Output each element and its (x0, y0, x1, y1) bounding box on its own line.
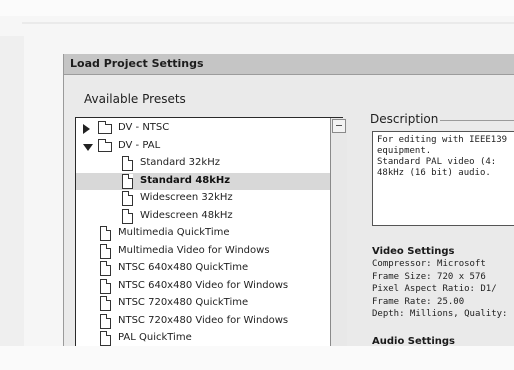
preset-file-icon (100, 243, 111, 259)
description-label: Description (370, 112, 443, 126)
preset-file-row[interactable]: NTSC 640x480 QuickTime (76, 260, 342, 277)
preset-label: NTSC 640x480 Video for Windows (118, 279, 289, 291)
preset-file-row[interactable]: Multimedia QuickTime (76, 225, 342, 242)
video-setting-line: Depth: Millions, Quality: (372, 309, 508, 319)
preset-file-icon (122, 208, 133, 224)
scroll-up-button[interactable] (332, 119, 346, 133)
disclosure-expanded-icon[interactable] (83, 143, 93, 151)
photo-frame-left (0, 36, 24, 370)
preset-label: DV - PAL (118, 139, 161, 151)
video-setting-line: Pixel Aspect Ratio: D1/ (372, 284, 497, 294)
description-line: Standard PAL video (4: (377, 157, 497, 167)
video-setting-line: Compressor: Microsoft (372, 259, 486, 269)
preset-label: NTSC 640x480 QuickTime (118, 262, 249, 273)
preset-label: Multimedia QuickTime (118, 227, 230, 238)
photo-frame-top (0, 0, 514, 16)
video-settings-heading: Video Settings (372, 246, 455, 257)
preset-label: DV - NTSC (118, 122, 170, 133)
load-project-settings-dialog: Load Project Settings Available Presets … (63, 54, 514, 346)
preset-file-row[interactable]: NTSC 720x480 Video for Windows (76, 313, 342, 330)
folder-icon (98, 138, 112, 152)
presets-scrollbar[interactable] (330, 118, 347, 346)
preset-folder-row[interactable]: DV - PAL (76, 138, 342, 155)
description-group-rule (440, 120, 514, 121)
preset-label: NTSC 720x480 Video for Windows (118, 314, 289, 326)
preset-file-row[interactable]: Widescreen 48kHz (76, 208, 342, 225)
available-presets-label: Available Presets (84, 92, 186, 106)
preset-file-icon (100, 331, 111, 346)
presets-list[interactable]: DV - NTSC DV - PAL Standard 32kHz Standard … (75, 117, 343, 346)
preset-file-row[interactable]: Multimedia Video for Windows (76, 243, 342, 260)
preset-label: Standard 32kHz (140, 157, 220, 168)
preset-label: Widescreen 32kHz (140, 192, 233, 203)
description-line: 48kHz (16 bit) audio. (377, 168, 491, 178)
dialog-title: Load Project Settings (70, 57, 204, 70)
photo-frame-stroke (22, 22, 514, 24)
video-setting-line: Frame Rate: 25.00 (372, 296, 465, 307)
preset-folder-row[interactable]: DV - NTSC (76, 120, 342, 137)
preset-file-icon (100, 278, 111, 294)
preset-label: Multimedia Video for Windows (118, 244, 270, 256)
audio-settings-heading: Audio Settings (372, 336, 455, 346)
preset-file-icon (100, 313, 111, 329)
preset-file-icon (122, 156, 133, 171)
preset-file-row[interactable]: Widescreen 32kHz (76, 190, 342, 207)
preset-file-icon (122, 173, 133, 189)
preset-file-row[interactable]: Standard 32kHz (76, 155, 342, 172)
preset-label: Standard 48kHz (140, 174, 231, 186)
preset-file-row[interactable]: Standard 48kHz (76, 172, 342, 190)
description-box: For editing with IEEE139 equipment. Standa… (372, 131, 514, 226)
preset-file-icon (100, 226, 111, 241)
folder-icon (98, 121, 112, 134)
preset-file-row[interactable]: PAL QuickTime (76, 330, 342, 346)
description-line: equipment. (377, 146, 432, 156)
preset-file-icon (100, 261, 111, 276)
preset-label: PAL QuickTime (118, 332, 192, 343)
video-setting-line: Frame Size: 720 x 576 (372, 271, 486, 282)
title-bar[interactable]: Load Project Settings (64, 54, 514, 75)
description-line: For editing with IEEE139 (377, 135, 508, 145)
preset-file-icon (100, 296, 111, 311)
preset-file-row[interactable]: NTSC 720x480 QuickTime (76, 295, 342, 312)
preset-file-icon (122, 191, 133, 206)
preset-label: Widescreen 48kHz (140, 209, 233, 221)
photo-frame-bottom (0, 346, 514, 370)
preset-file-row[interactable]: NTSC 640x480 Video for Windows (76, 278, 342, 295)
disclosure-collapsed-icon[interactable] (83, 124, 90, 134)
preset-label: NTSC 720x480 QuickTime (118, 297, 249, 308)
